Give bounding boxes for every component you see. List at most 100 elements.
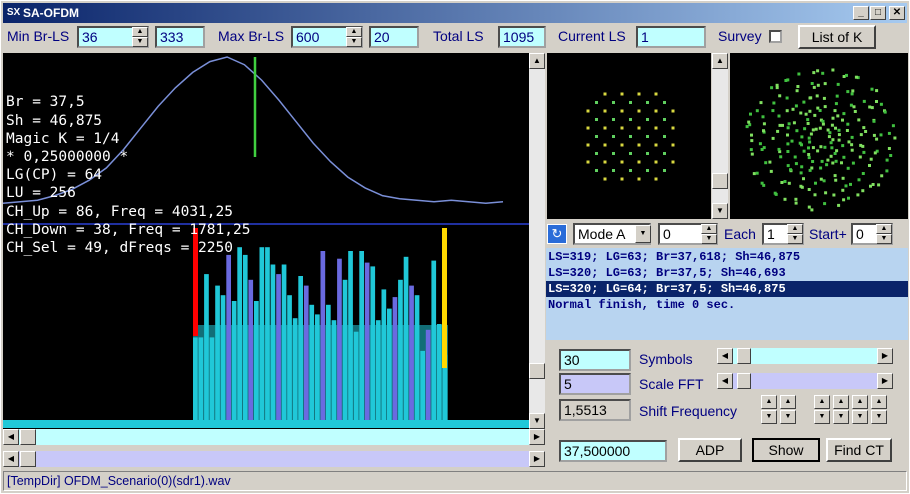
hscroll2-right-icon[interactable]: ▶ (529, 451, 545, 467)
const-scroll-down-icon[interactable]: ▼ (712, 203, 728, 219)
shift-up-1[interactable]: ▲ (761, 395, 777, 409)
min-br-label: Min Br-LS (7, 28, 70, 44)
max-br-up[interactable]: ▲ (346, 27, 362, 37)
log-line[interactable]: LS=319; LG=63; Br=37,618; Sh=46,875 (546, 249, 908, 265)
adp-button[interactable]: ADP (678, 438, 742, 462)
log-line-selected[interactable]: LS=320; LG=64; Br=37,5; Sh=46,875 (546, 281, 908, 297)
constellation-point (811, 146, 815, 150)
constellation-point (842, 112, 846, 116)
shift-down-6[interactable]: ▼ (871, 410, 887, 424)
shift-up-2[interactable]: ▲ (780, 395, 796, 409)
spectrum-bar (364, 262, 370, 420)
max-br-aux-field[interactable]: 20 (369, 26, 419, 48)
spectrum-bar (276, 274, 281, 420)
hscroll-2[interactable]: ◀ ▶ (3, 451, 545, 467)
hscroll2-thumb[interactable] (20, 451, 36, 467)
const-scroll-thumb[interactable] (712, 173, 728, 189)
constellation-right (730, 53, 908, 219)
constellation-point (795, 129, 799, 133)
shift-frequency-field[interactable]: 1,5513 (559, 399, 631, 421)
hscroll-right-icon[interactable]: ▶ (529, 429, 545, 445)
max-br-label: Max Br-LS (218, 28, 285, 44)
br-value-field[interactable]: 37,500000 (559, 440, 667, 462)
plot-vscrollbar[interactable]: ▲ ▼ (529, 53, 545, 429)
constellation-vscrollbar[interactable]: ▲ ▼ (712, 53, 728, 219)
constellation-point (829, 154, 833, 158)
constellation-point (841, 188, 845, 192)
shift-down-3[interactable]: ▼ (814, 410, 830, 424)
constellation-point (775, 86, 779, 90)
constellation-point (603, 177, 607, 181)
shift-down-2[interactable]: ▼ (780, 410, 796, 424)
constellation-point (750, 139, 754, 143)
constellation-point (663, 169, 666, 172)
hscroll-thumb[interactable] (20, 429, 36, 445)
mode-number-down[interactable]: ▼ (701, 234, 717, 244)
symbols-field[interactable]: 30 (559, 349, 631, 371)
spectrum-bar (331, 320, 337, 420)
hscroll-left-icon[interactable]: ◀ (3, 429, 19, 445)
hscroll2-left-icon[interactable]: ◀ (3, 451, 19, 467)
mode-number-up[interactable]: ▲ (701, 224, 717, 234)
hscroll-1[interactable]: ◀ ▶ (3, 429, 545, 445)
scroll-up-icon[interactable]: ▲ (529, 53, 545, 69)
shift-down-5[interactable]: ▼ (852, 410, 868, 424)
min-br-aux-field[interactable]: 333 (155, 26, 205, 48)
min-br-up[interactable]: ▲ (132, 27, 148, 37)
each-up[interactable]: ▲ (787, 224, 803, 234)
maximize-button[interactable]: □ (870, 6, 886, 20)
start-down[interactable]: ▼ (876, 234, 892, 244)
log-line[interactable]: LS=320; LG=63; Br=37,5; Sh=46,693 (546, 265, 908, 281)
spectrum-bar (231, 301, 237, 420)
constellation-point (804, 112, 808, 116)
survey-checkbox[interactable] (769, 30, 782, 43)
constellation-point (814, 181, 817, 185)
each-down[interactable]: ▼ (787, 234, 803, 244)
constellation-point (794, 197, 798, 201)
scale-right-icon[interactable]: ▶ (877, 373, 893, 389)
scroll-down-icon[interactable]: ▼ (529, 413, 545, 429)
constellation-point (834, 126, 837, 130)
constellation-point (850, 143, 854, 147)
scale-fft-field[interactable]: 5 (559, 373, 631, 395)
constellation-point (762, 146, 766, 150)
show-button[interactable]: Show (752, 438, 820, 462)
constellation-point (835, 149, 839, 153)
minimize-button[interactable]: _ (853, 6, 869, 20)
log-line[interactable]: Normal finish, time 0 sec. (546, 297, 908, 313)
shift-down-1[interactable]: ▼ (761, 410, 777, 424)
constellation-point (760, 181, 764, 185)
constellation-point (764, 161, 768, 165)
shift-up-3[interactable]: ▲ (814, 395, 830, 409)
shift-up-4[interactable]: ▲ (833, 395, 849, 409)
shift-down-4[interactable]: ▼ (833, 410, 849, 424)
constellation-point (663, 101, 666, 104)
shift-up-6[interactable]: ▲ (871, 395, 887, 409)
list-of-k-button[interactable]: List of K (798, 25, 876, 49)
refresh-icon[interactable]: ↻ (547, 224, 567, 244)
start-up[interactable]: ▲ (876, 224, 892, 234)
const-scroll-up-icon[interactable]: ▲ (712, 53, 728, 69)
mode-dropdown-icon[interactable]: ▼ (635, 225, 651, 243)
scale-fft-slider[interactable]: ◀ ▶ (717, 373, 893, 389)
constellation-point (806, 118, 810, 122)
constellation-point (663, 135, 666, 138)
scale-thumb[interactable] (737, 373, 751, 389)
min-br-down[interactable]: ▼ (132, 37, 148, 47)
constellation-point (776, 129, 780, 133)
symbols-right-icon[interactable]: ▶ (877, 348, 893, 364)
symbols-left-icon[interactable]: ◀ (717, 348, 733, 364)
scroll-thumb[interactable] (529, 363, 545, 379)
shift-frequency-label: Shift Frequency (639, 403, 738, 419)
title-bar[interactable]: SX SA-OFDM _ □ ✕ (3, 3, 907, 23)
constellation-point (646, 169, 649, 172)
constellation-point (880, 174, 884, 178)
symbols-slider[interactable]: ◀ ▶ (717, 348, 893, 364)
spectrum-bar (425, 329, 431, 420)
symbols-thumb[interactable] (737, 348, 751, 364)
find-ct-button[interactable]: Find CT (826, 438, 892, 462)
shift-up-5[interactable]: ▲ (852, 395, 868, 409)
close-button[interactable]: ✕ (889, 6, 905, 20)
max-br-down[interactable]: ▼ (346, 37, 362, 47)
scale-left-icon[interactable]: ◀ (717, 373, 733, 389)
